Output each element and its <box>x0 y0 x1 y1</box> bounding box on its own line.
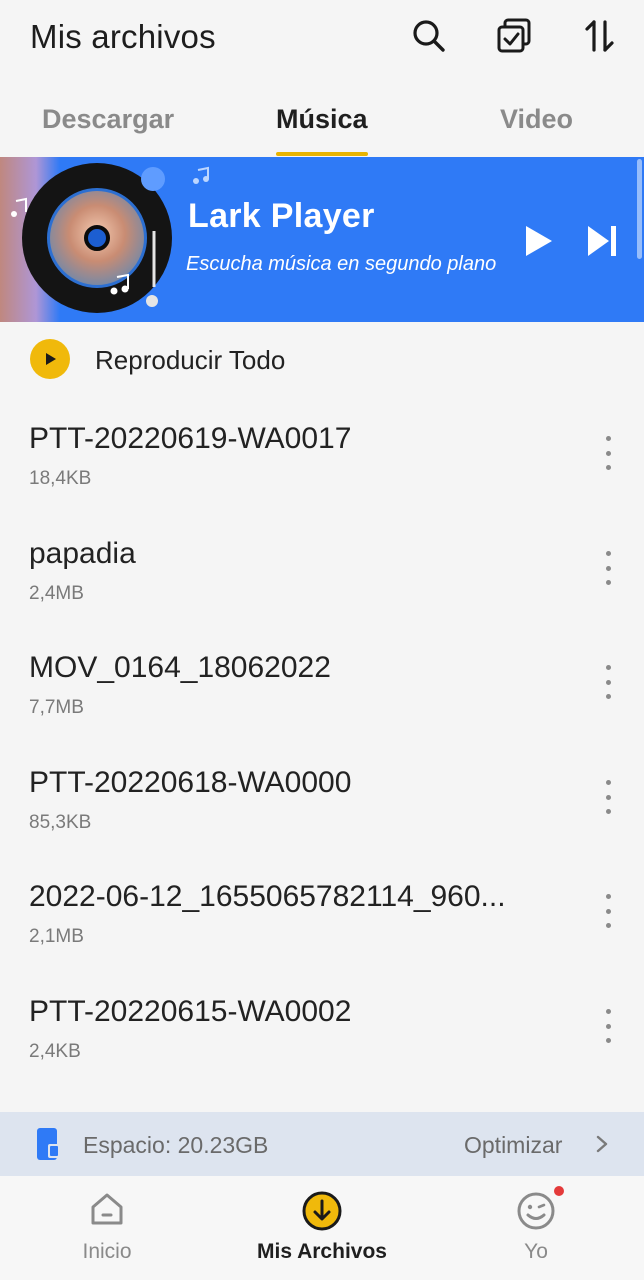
sort-button[interactable] <box>580 16 620 56</box>
play-icon <box>46 353 56 365</box>
more-options-icon[interactable] <box>596 1009 620 1043</box>
sort-icon <box>585 20 614 52</box>
file-size: 2,1MB <box>29 926 84 947</box>
storage-bar[interactable]: Espacio: 20.23GB Optimizar <box>0 1112 644 1176</box>
bottom-navigation: Inicio Mis Archivos Yo <box>0 1176 644 1280</box>
play-all-button[interactable] <box>30 339 70 379</box>
music-note-icon <box>110 273 129 295</box>
chevron-right-icon <box>596 1135 608 1153</box>
storage-space-label: Espacio: 20.23GB <box>83 1132 269 1158</box>
category-tabs: Descargar Música Video <box>0 88 644 158</box>
file-name: MOV_0164_18062022 <box>29 651 331 684</box>
tab-video[interactable]: Video <box>500 104 573 135</box>
nav-item-mis-archivos[interactable]: Mis Archivos <box>222 1176 422 1280</box>
file-row[interactable]: PTT-20220619-WA0017 18,4KB <box>0 400 644 514</box>
file-size: 18,4KB <box>29 468 92 489</box>
play-all-row[interactable]: Reproducir Todo <box>0 335 644 387</box>
music-note-icon <box>193 166 209 184</box>
search-button[interactable] <box>409 16 449 56</box>
notification-dot <box>554 1186 564 1196</box>
top-app-bar: Mis archivos <box>0 0 644 80</box>
play-all-label: Reproducir Todo <box>95 345 286 375</box>
file-size: 7,7MB <box>29 697 84 718</box>
tab-musica[interactable]: Música <box>276 104 368 135</box>
file-row[interactable]: papadia 2,4MB <box>0 515 644 629</box>
disc-center <box>84 225 110 251</box>
file-size: 2,4KB <box>29 1041 81 1062</box>
phone-storage-icon <box>37 1128 60 1160</box>
file-size: 2,4MB <box>29 583 84 604</box>
skip-next-icon[interactable] <box>585 223 619 259</box>
nav-label-yo: Yo <box>524 1240 548 1263</box>
more-options-icon[interactable] <box>596 436 620 470</box>
more-options-icon[interactable] <box>596 665 620 699</box>
more-options-icon[interactable] <box>596 551 620 585</box>
select-all-icon <box>497 18 531 53</box>
file-row[interactable]: PTT-20220618-WA0000 85,3KB <box>0 744 644 858</box>
file-name: PTT-20220618-WA0000 <box>29 766 352 799</box>
search-icon <box>413 20 445 52</box>
banner-app-name: Lark Player <box>188 197 375 235</box>
file-size: 85,3KB <box>29 812 92 833</box>
smile-face-icon <box>517 1192 555 1230</box>
file-row[interactable]: 2022-06-12_1655065782114_960... 2,1MB <box>0 858 644 972</box>
tab-descargar[interactable]: Descargar <box>42 104 174 135</box>
home-icon <box>91 1193 123 1225</box>
active-tab-indicator <box>276 152 368 156</box>
file-name: PTT-20220615-WA0002 <box>29 995 352 1028</box>
nav-label-inicio: Inicio <box>82 1240 132 1263</box>
page-title: Mis archivos <box>30 18 216 55</box>
multi-select-button[interactable] <box>494 16 534 56</box>
banner-subtitle: Escucha música en segundo plano <box>186 253 497 275</box>
download-circle-icon <box>302 1191 342 1231</box>
file-name: papadia <box>29 537 136 570</box>
nav-item-inicio[interactable]: Inicio <box>7 1176 207 1280</box>
decor-bubble <box>141 167 165 191</box>
file-row[interactable]: PTT-20220615-WA0002 2,4KB <box>0 973 644 1087</box>
tonearm-icon <box>146 231 158 307</box>
app-root: Mis archivos Descargar Música Video Lark… <box>0 0 644 1280</box>
play-icon[interactable] <box>522 223 556 259</box>
file-row[interactable]: MOV_0164_18062022 7,7MB <box>0 629 644 743</box>
file-name: PTT-20220619-WA0017 <box>29 422 352 455</box>
nav-label-mis-archivos: Mis Archivos <box>257 1240 387 1263</box>
optimize-link[interactable]: Optimizar <box>464 1132 562 1159</box>
nav-item-yo[interactable]: Yo <box>436 1176 636 1280</box>
more-options-icon[interactable] <box>596 894 620 928</box>
lark-player-banner[interactable]: Lark Player Escucha música en segundo pl… <box>0 157 644 322</box>
banner-edge-highlight <box>637 159 642 259</box>
more-options-icon[interactable] <box>596 780 620 814</box>
file-name: 2022-06-12_1655065782114_960... <box>29 880 506 913</box>
